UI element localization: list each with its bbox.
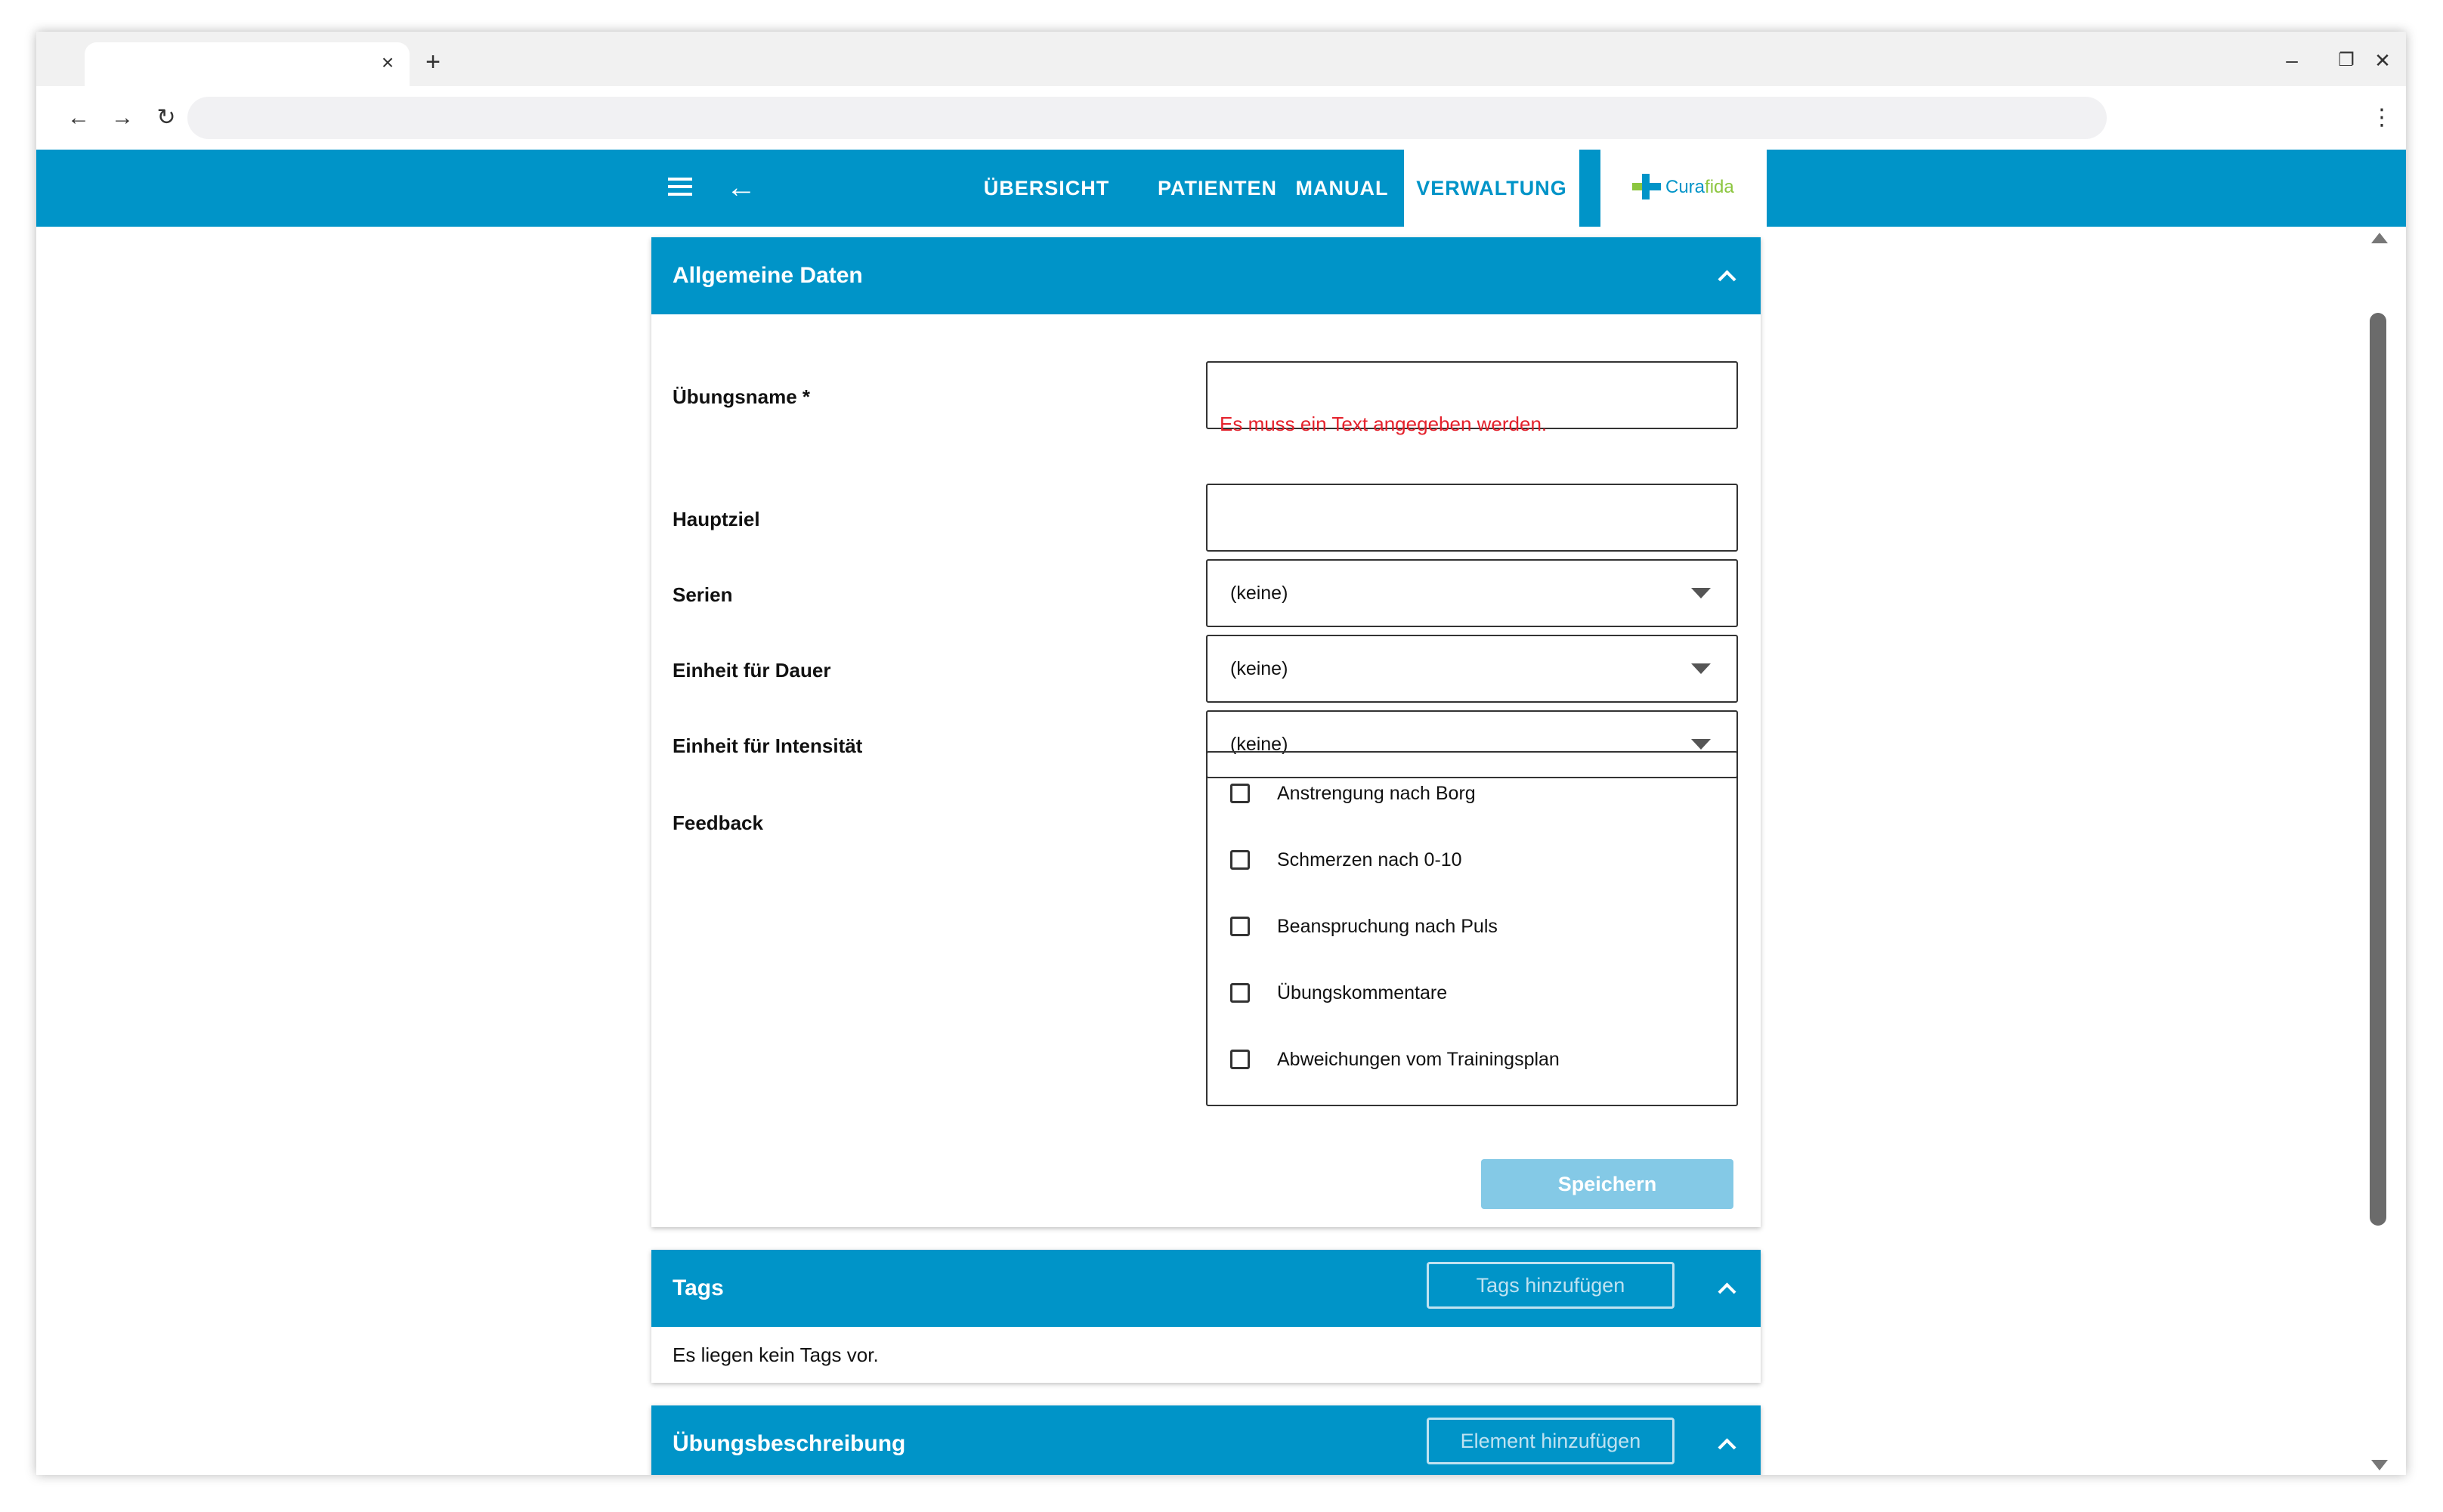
checkbox-label: Anstrengung nach Borg (1277, 783, 1476, 804)
exercise-name-error: Es muss ein Text angegeben werden. (1220, 413, 1548, 435)
exercise-description-header[interactable]: Übungsbeschreibung Element hinzufügen (651, 1405, 1761, 1475)
series-select[interactable]: (keine) (1206, 559, 1738, 627)
feedback-label: Feedback (673, 812, 763, 834)
checkbox[interactable] (1230, 917, 1250, 936)
series-selected-value: (keine) (1230, 583, 1288, 604)
forward-nav-icon[interactable]: → (103, 98, 142, 138)
checkbox-label: Abweichungen vom Trainingsplan (1277, 1049, 1560, 1070)
tags-header[interactable]: Tags Tags hinzufügen (651, 1250, 1761, 1327)
new-tab-icon[interactable]: + (418, 47, 448, 77)
panel-title: Übungsbeschreibung (673, 1431, 906, 1456)
dropdown-caret-icon (1691, 663, 1711, 674)
duration-unit-selected-value: (keine) (1230, 658, 1288, 679)
panel-title: Allgemeine Daten (673, 263, 863, 288)
exercise-name-label: Übungsname * (673, 385, 811, 408)
minimize-icon[interactable]: – (2273, 45, 2311, 76)
hamburger-menu-icon[interactable] (665, 172, 697, 205)
series-label: Serien (673, 583, 733, 606)
tags-panel: Tags Tags hinzufügen Es liegen kein Tags… (651, 1250, 1761, 1383)
main-goal-label: Hauptziel (673, 508, 760, 530)
add-element-button[interactable]: Element hinzufügen (1427, 1418, 1675, 1464)
browser-tab[interactable]: × (85, 42, 410, 86)
close-tab-icon[interactable]: × (375, 50, 400, 76)
exercise-description-panel: Übungsbeschreibung Element hinzufügen (651, 1405, 1761, 1475)
back-arrow-icon[interactable]: ← (724, 169, 759, 206)
dropdown-caret-icon (1691, 739, 1711, 750)
close-window-icon[interactable]: ✕ (2364, 45, 2401, 76)
duration-unit-select[interactable]: (keine) (1206, 635, 1738, 703)
save-button[interactable]: Speichern (1481, 1159, 1733, 1209)
checkbox[interactable] (1230, 1050, 1250, 1069)
feedback-options: Anstrengung nach Borg Schmerzen nach 0-1… (1206, 751, 1738, 1106)
cross-logo-icon (1632, 174, 1661, 199)
checkbox[interactable] (1230, 850, 1250, 870)
panel-title: Tags (673, 1275, 724, 1300)
tab-verwaltung[interactable]: VERWALTUNG (1404, 150, 1579, 227)
logo-text: Curafida (1665, 177, 1734, 197)
collapse-chevron-icon[interactable] (1715, 1433, 1738, 1455)
checkbox-label: Übungskommentare (1277, 982, 1448, 1003)
checkbox[interactable] (1230, 784, 1250, 803)
checkbox[interactable] (1230, 983, 1250, 1003)
tab-manual[interactable]: MANUAL (1280, 150, 1404, 227)
general-data-panel: Allgemeine Daten Übungsname * Es muss ei… (651, 237, 1761, 1227)
tags-empty-message: Es liegen kein Tags vor. (673, 1343, 879, 1366)
checkbox-label: Schmerzen nach 0-10 (1277, 849, 1462, 870)
browser-window: × + – ❐ ✕ ← → ↻ ⋮ ← ÜBERSICHT PATIENTEN … (36, 32, 2406, 1475)
reload-icon[interactable]: ↻ (147, 98, 186, 138)
general-data-header[interactable]: Allgemeine Daten (651, 237, 1761, 314)
tab-strip: × + – ❐ ✕ (36, 32, 2406, 86)
collapse-chevron-icon[interactable] (1715, 264, 1738, 287)
add-tags-button[interactable]: Tags hinzufügen (1427, 1262, 1675, 1309)
app-header: ← ÜBERSICHT PATIENTEN MANUAL VERWALTUNG … (36, 150, 2406, 227)
browser-toolbar: ← → ↻ ⋮ (36, 86, 2406, 150)
scroll-down-arrow-icon[interactable] (2371, 1460, 2388, 1470)
curafida-logo: Curafida (1600, 150, 1767, 227)
back-nav-icon[interactable]: ← (59, 98, 98, 138)
tab-patienten[interactable]: PATIENTEN (1155, 150, 1280, 227)
collapse-chevron-icon[interactable] (1715, 1277, 1738, 1300)
browser-menu-icon[interactable]: ⋮ (2367, 98, 2397, 138)
intensity-unit-label: Einheit für Intensität (673, 734, 863, 757)
address-bar[interactable] (187, 97, 2107, 139)
scroll-up-arrow-icon[interactable] (2371, 233, 2388, 243)
duration-unit-label: Einheit für Dauer (673, 659, 831, 682)
tab-uebersicht[interactable]: ÜBERSICHT (939, 150, 1155, 227)
checkbox-label: Beanspruchung nach Puls (1277, 916, 1498, 937)
restore-icon[interactable]: ❐ (2327, 45, 2365, 76)
main-goal-field[interactable] (1208, 485, 1736, 550)
dropdown-caret-icon (1691, 588, 1711, 598)
main-goal-input[interactable] (1206, 484, 1738, 552)
scrollbar-thumb[interactable] (2370, 313, 2386, 1226)
